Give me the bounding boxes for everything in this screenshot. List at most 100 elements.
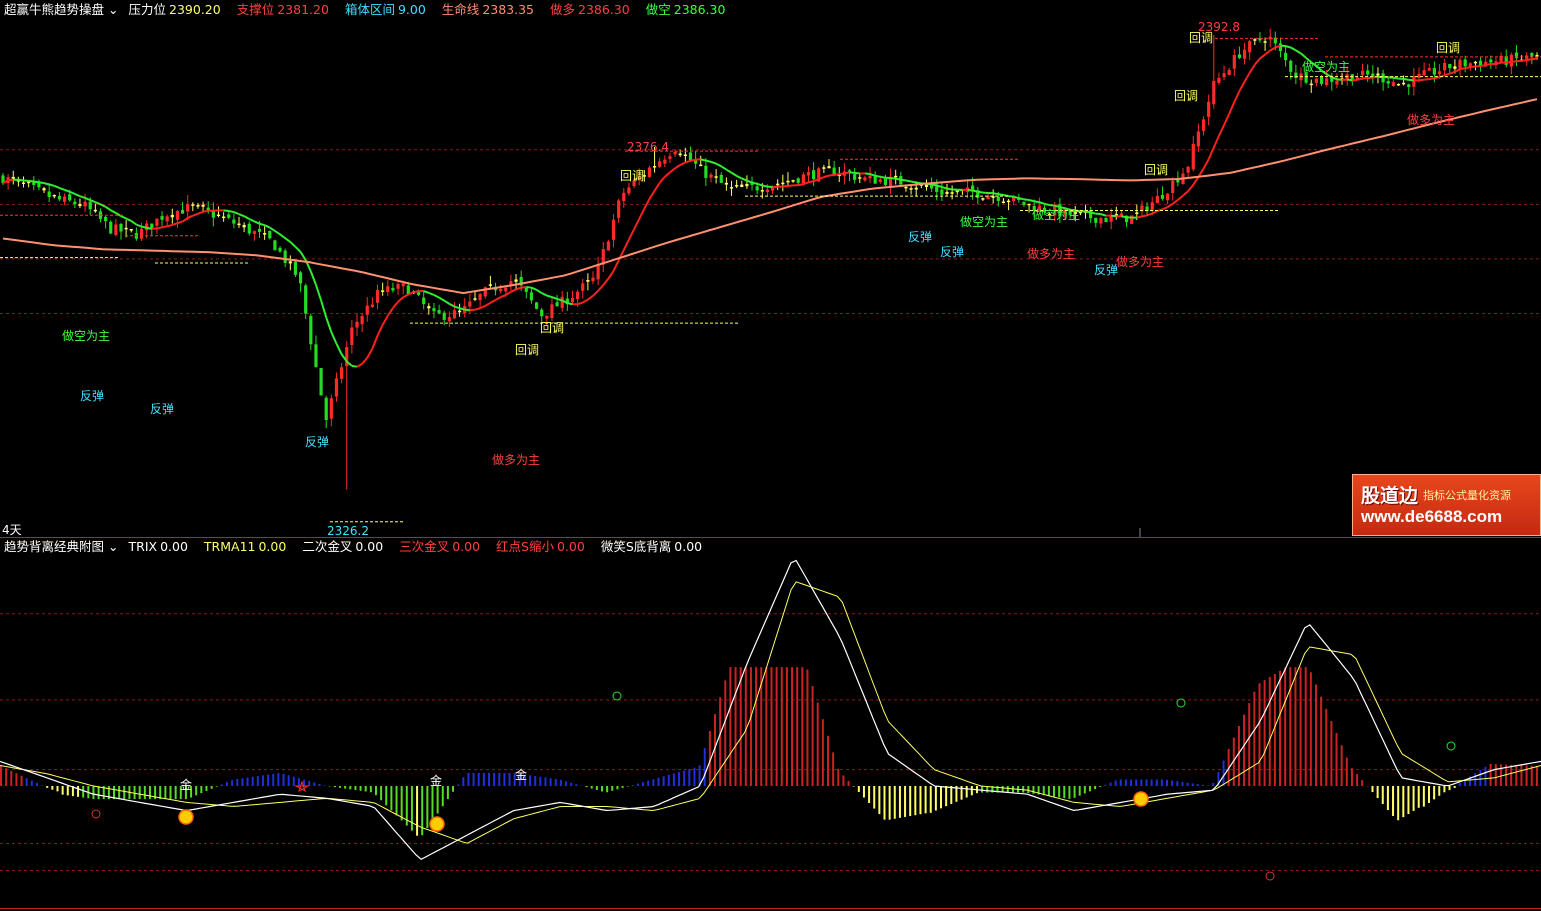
short-ma-segment <box>479 304 486 310</box>
short-ma-segment <box>74 192 81 198</box>
short-ma-segment <box>880 175 886 179</box>
rebound-label: 反弹 <box>940 245 964 259</box>
candle-body <box>1407 84 1411 87</box>
short-ma-segment <box>521 286 527 289</box>
pullback-label: 回调 <box>620 169 644 183</box>
candle-body <box>560 296 564 308</box>
candle-body <box>1094 217 1098 223</box>
candle-body <box>334 378 339 397</box>
short-ma-segment <box>864 172 871 176</box>
candle-body <box>324 397 328 421</box>
candle-body <box>806 171 811 176</box>
pullback-label: 回调 <box>1144 163 1168 177</box>
candle-body <box>1412 76 1416 87</box>
short-ma-segment <box>1218 124 1225 137</box>
short-ma-segment <box>854 171 860 175</box>
candle-body <box>1022 201 1026 205</box>
short-ma-segment <box>171 222 178 226</box>
short-ma-segment <box>1444 72 1451 77</box>
candle-body <box>52 194 56 197</box>
short-ma-segment <box>690 158 696 162</box>
candle-body <box>1006 200 1011 203</box>
short-ma-segment <box>1470 65 1476 69</box>
short-ma-segment <box>658 176 666 184</box>
candle-body <box>191 204 195 206</box>
candle-body <box>1284 52 1288 61</box>
short-ma-segment <box>1212 135 1220 148</box>
candle-body <box>1237 54 1242 58</box>
candle-body <box>129 229 133 231</box>
candle-body <box>37 182 41 188</box>
short-ma-segment <box>315 284 323 301</box>
candle-body <box>206 207 210 211</box>
short-ma-segment <box>910 180 917 184</box>
candle-body <box>473 298 477 300</box>
short-ma-segment <box>510 288 517 293</box>
price-chart[interactable]: 2376.42392.82326.2回调回调回调回调回调回调回调反弹反弹反弹反弹… <box>0 0 1541 911</box>
short-ma-segment <box>454 305 460 310</box>
short-ma-segment <box>433 294 440 299</box>
short-ma-segment <box>977 190 984 194</box>
short-ma-segment <box>823 174 830 179</box>
candle-body <box>78 204 82 207</box>
candle-body <box>1535 55 1539 57</box>
short-ma-segment <box>166 223 173 228</box>
candle-body <box>760 190 764 192</box>
candle-body <box>309 315 313 345</box>
short-ma-segment <box>356 363 363 368</box>
candle-body <box>1427 68 1431 71</box>
candle-body <box>853 174 857 180</box>
candle-body <box>945 191 949 194</box>
smile-bottom-icon <box>178 809 194 825</box>
short-ma-segment <box>223 209 229 213</box>
short-ma-segment <box>844 171 850 175</box>
candle-body <box>1242 49 1247 59</box>
short-ma-segment <box>243 215 250 220</box>
short-ma-segment <box>233 211 240 216</box>
short-ma-segment <box>284 237 291 243</box>
candle-body <box>1278 43 1283 52</box>
short-ma-segment <box>808 180 814 184</box>
candle-body <box>381 290 385 292</box>
candle-body <box>273 240 277 251</box>
candle-body <box>73 201 77 205</box>
candle-body <box>263 233 267 235</box>
short-ma-segment <box>602 278 610 286</box>
short-ma-segment <box>1259 53 1266 60</box>
smile-bottom-icon <box>429 816 445 832</box>
candle-body <box>863 177 867 181</box>
short-ma-segment <box>1434 76 1440 80</box>
candle-body <box>668 156 672 159</box>
short-ma-segment <box>309 271 317 286</box>
candle-body <box>776 183 780 186</box>
green-dot-icon <box>1176 698 1186 708</box>
candle-body <box>894 175 898 178</box>
short-ma-segment <box>18 178 24 182</box>
short-ma-segment <box>1454 68 1461 73</box>
short-ma-segment <box>746 179 753 184</box>
candle-body <box>314 344 318 367</box>
candle-body <box>1458 59 1462 69</box>
candle-body <box>360 316 364 325</box>
candle-body <box>1263 41 1267 43</box>
candle-body <box>170 214 174 218</box>
short-ma-segment <box>1044 202 1050 207</box>
candle-body <box>883 178 888 185</box>
candle-body <box>11 176 15 179</box>
candle-body <box>391 287 395 291</box>
short-ma-segment <box>459 307 465 311</box>
candle-body <box>1201 119 1206 131</box>
short-ma-segment <box>248 218 255 223</box>
short-ma-segment <box>1300 52 1307 59</box>
short-ma-segment <box>448 302 455 308</box>
short-ma-segment <box>931 183 937 187</box>
candle-body <box>1443 62 1447 71</box>
short-ma-segment <box>1008 195 1014 198</box>
candle-body <box>1504 56 1508 65</box>
candle-body <box>21 182 26 185</box>
short-ma-segment <box>1207 147 1215 160</box>
short-ma-segment <box>993 192 999 196</box>
short-ma-segment <box>700 158 707 162</box>
short-ma-segment <box>1336 78 1343 81</box>
candle-body <box>791 180 795 182</box>
